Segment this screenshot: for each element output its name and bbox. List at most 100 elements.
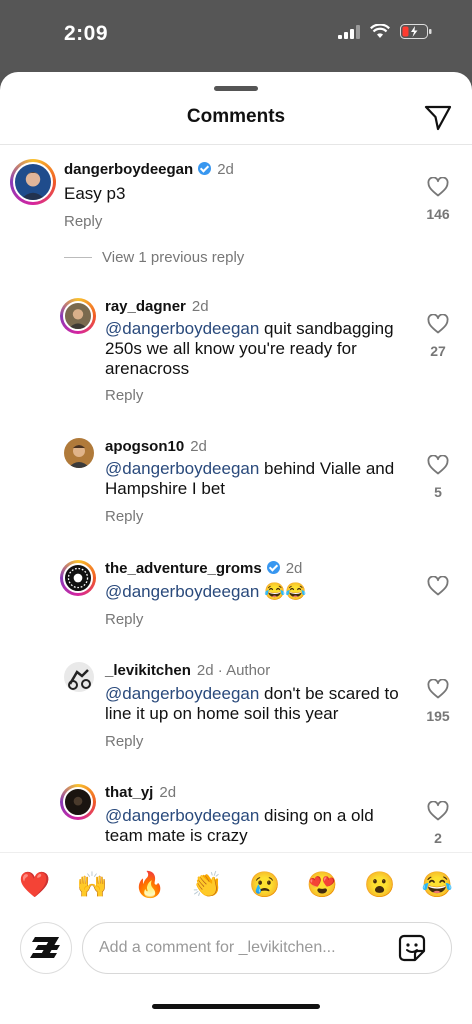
- sticker-button[interactable]: [398, 934, 426, 962]
- person-photo-icon: [68, 309, 88, 329]
- comment-text: Easy p3: [64, 184, 394, 204]
- like-count: 27: [430, 343, 446, 359]
- emoji-fire[interactable]: 🔥: [134, 871, 165, 900]
- avatar[interactable]: [64, 438, 94, 468]
- like-count: 195: [426, 708, 450, 724]
- like-button[interactable]: [423, 800, 453, 826]
- comment-time: 2d: [217, 161, 234, 178]
- comment-body: 😂😂: [259, 582, 307, 601]
- emoji-laughing[interactable]: 😂: [422, 871, 453, 900]
- like-button[interactable]: [423, 454, 453, 480]
- avatar[interactable]: [10, 159, 56, 205]
- comment-text: @dangerboydeegan quit sandbagging 250s w…: [105, 319, 405, 379]
- comment-body: Easy p3: [64, 184, 126, 203]
- quick-emoji-bar: ❤️ 🙌 🔥 👏 😢 😍 😮 😂: [0, 852, 472, 918]
- person-photo-icon: [68, 445, 90, 468]
- person-photo-icon: [20, 172, 46, 200]
- avatar[interactable]: [64, 662, 94, 692]
- reply-button[interactable]: Reply: [105, 611, 143, 628]
- header-divider: [0, 144, 472, 145]
- brand-logo-icon: [30, 937, 60, 958]
- sticker-icon: [398, 934, 426, 962]
- comment-username[interactable]: ray_dagner 2d: [105, 298, 209, 315]
- like-count: 2: [434, 830, 442, 846]
- groms-logo-icon: [67, 567, 89, 589]
- reply-button[interactable]: Reply: [105, 508, 143, 525]
- person-photo-icon: [73, 796, 83, 806]
- avatar-image: [63, 301, 93, 331]
- comment-time: 2d: [191, 298, 209, 315]
- like-button[interactable]: [423, 575, 453, 601]
- comment-time: 2d: [285, 560, 303, 577]
- avatar-image: [63, 563, 93, 593]
- emoji-crying[interactable]: 😢: [249, 871, 280, 900]
- username-text[interactable]: _levikitchen: [105, 662, 191, 679]
- heart-outline-icon: [427, 454, 449, 475]
- heart-outline-icon: [427, 313, 449, 334]
- wifi-icon: [370, 24, 390, 38]
- view-previous-replies[interactable]: View 1 previous reply: [64, 249, 244, 266]
- verified-badge-icon: [198, 162, 212, 175]
- status-time: 2:09: [64, 22, 109, 45]
- username-text[interactable]: that_yj: [105, 784, 153, 801]
- like-count: 146: [426, 206, 450, 222]
- avatar-image: [13, 162, 53, 202]
- heart-outline-icon: [427, 575, 449, 596]
- heart-outline-icon: [427, 678, 449, 699]
- like-count: 5: [434, 484, 442, 500]
- reply-button[interactable]: Reply: [64, 213, 102, 230]
- comment-text: @dangerboydeegan behind Vialle and Hamps…: [105, 459, 405, 499]
- comment-time-author: 2d · Author: [196, 662, 271, 679]
- share-button[interactable]: [422, 102, 454, 134]
- emoji-surprised[interactable]: 😮: [364, 871, 395, 900]
- avatar-image: [63, 787, 93, 817]
- comment-text: @dangerboydeegan dising on a old team ma…: [105, 806, 405, 846]
- status-icons: [338, 24, 432, 39]
- emoji-heart[interactable]: ❤️: [19, 871, 50, 900]
- comment-time: 2d: [159, 784, 177, 801]
- mention-link[interactable]: @dangerboydeegan: [105, 684, 259, 703]
- like-button[interactable]: [423, 176, 453, 202]
- emoji-clapping[interactable]: 👏: [192, 871, 223, 900]
- mention-link[interactable]: @dangerboydeegan: [105, 806, 259, 825]
- battery-low-charging-icon: [400, 24, 432, 39]
- sheet-grabber[interactable]: [214, 86, 258, 91]
- comment-username[interactable]: apogson10 2d: [105, 438, 207, 455]
- comment-input[interactable]: [82, 922, 452, 974]
- comment-username[interactable]: dangerboydeegan 2d: [64, 161, 234, 178]
- username-text[interactable]: dangerboydeegan: [64, 161, 193, 178]
- heart-outline-icon: [427, 176, 449, 197]
- avatar[interactable]: [60, 298, 96, 334]
- comment-username[interactable]: that_yj 2d: [105, 784, 176, 801]
- mention-link[interactable]: @dangerboydeegan: [105, 459, 259, 478]
- emoji-raised-hands[interactable]: 🙌: [77, 871, 108, 900]
- mention-link[interactable]: @dangerboydeegan: [105, 319, 259, 338]
- comment-username[interactable]: _levikitchen 2d · Author: [105, 662, 270, 679]
- comment-username[interactable]: the_adventure_groms 2d: [105, 560, 302, 577]
- thread-line: [64, 257, 92, 258]
- sheet-title: Comments: [186, 106, 286, 127]
- avatar[interactable]: [60, 560, 96, 596]
- username-text[interactable]: ray_dagner: [105, 298, 186, 315]
- cellular-signal-icon: [338, 24, 360, 39]
- comment-text: @dangerboydeegan 😂😂: [105, 582, 405, 602]
- emoji-heart-eyes[interactable]: 😍: [307, 871, 338, 900]
- status-bar: 2:09: [0, 0, 472, 72]
- comment-composer: [0, 918, 472, 1024]
- my-avatar[interactable]: [20, 922, 72, 974]
- comment-text: @dangerboydeegan don't be scared to line…: [105, 684, 405, 724]
- like-button[interactable]: [423, 313, 453, 339]
- view-previous-label[interactable]: View 1 previous reply: [102, 249, 244, 266]
- verified-badge-icon: [266, 561, 280, 574]
- reply-button[interactable]: Reply: [105, 733, 143, 750]
- avatar[interactable]: [60, 784, 96, 820]
- paper-plane-icon: [424, 105, 452, 131]
- mention-link[interactable]: @dangerboydeegan: [105, 582, 259, 601]
- home-indicator: [152, 1004, 320, 1009]
- reply-button[interactable]: Reply: [105, 387, 143, 404]
- like-button[interactable]: [423, 678, 453, 704]
- comment-time: 2d: [190, 438, 207, 455]
- username-text[interactable]: apogson10: [105, 438, 184, 455]
- heart-outline-icon: [427, 800, 449, 821]
- username-text[interactable]: the_adventure_groms: [105, 560, 262, 577]
